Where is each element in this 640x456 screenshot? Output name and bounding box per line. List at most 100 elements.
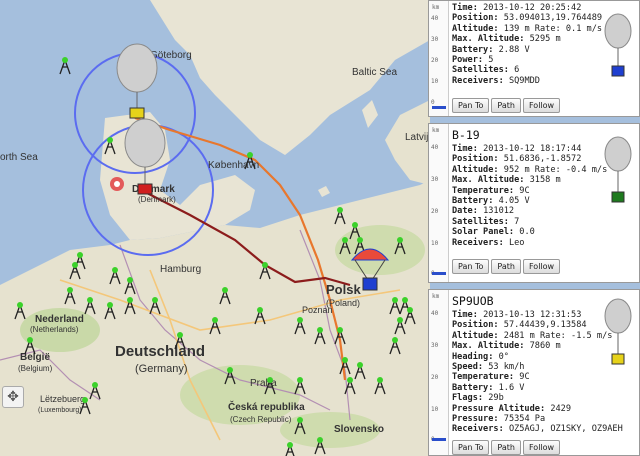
pan-to-button[interactable]: Pan To <box>452 259 490 274</box>
scale-tick: 0 <box>431 99 435 106</box>
field-value: 2013-10-13 12:31:53 <box>483 310 582 320</box>
pan-arrows-icon[interactable]: ✥ <box>2 386 24 408</box>
field-label: Altitude: <box>452 23 499 34</box>
scale-tick: 40 <box>431 144 439 151</box>
scale-tick: 10 <box>431 406 439 413</box>
altitude-scale: km 40 30 20 10 0 <box>429 290 449 455</box>
label-netherlands: (Netherlands) <box>30 325 79 334</box>
field-value: 9C <box>519 372 530 383</box>
field-value: 51.6836,-1.8572 <box>503 154 582 165</box>
field-label: Battery: <box>452 44 494 55</box>
field-value: 53 km/h <box>488 362 525 373</box>
label-polska: Polsk <box>326 282 361 297</box>
scale-unit: km <box>432 293 440 300</box>
field-value: 2481 m Rate: -1.5 m/s <box>503 330 613 341</box>
field-label: Receivers: <box>452 237 504 248</box>
field-label: Position: <box>452 320 499 331</box>
field-value: Leo <box>508 237 525 248</box>
info-row: Receivers: Leo <box>452 238 639 248</box>
field-label: Altitude: <box>452 164 499 175</box>
scale-tick: 20 <box>431 57 439 64</box>
field-value: 0° <box>498 351 509 362</box>
field-label: Position: <box>452 13 499 24</box>
field-value: 7 <box>514 216 520 227</box>
field-value: 57.44439,9.13584 <box>503 320 587 331</box>
balloon-icon <box>604 298 632 365</box>
pan-to-button[interactable]: Pan To <box>452 440 490 455</box>
scale-tick: 30 <box>431 176 439 183</box>
field-label: Temperature: <box>452 372 515 383</box>
field-value: 952 m Rate: -0.4 m/s <box>503 164 608 175</box>
label-slovensko: Slovensko <box>334 424 384 435</box>
altitude-bar <box>432 106 446 109</box>
field-value: 1.6 V <box>498 382 525 393</box>
field-label: Heading: <box>452 351 494 362</box>
field-value: 5295 m <box>529 34 561 45</box>
field-label: Battery: <box>452 382 494 393</box>
field-value: 2.88 V <box>498 44 530 55</box>
follow-button[interactable]: Follow <box>522 440 561 455</box>
field-value: 3158 m <box>529 175 561 186</box>
scale-tick: 10 <box>431 240 439 247</box>
field-label: Max. Altitude: <box>452 34 525 45</box>
field-value: OZ5AGJ, OZ1SKY, OZ9AEH <box>508 424 623 435</box>
label-deutschland: Deutschland <box>115 343 205 360</box>
field-label: Pressure Altitude: <box>452 403 546 414</box>
field-label: Time: <box>452 3 478 13</box>
follow-button[interactable]: Follow <box>522 98 561 113</box>
field-label: Date: <box>452 206 478 217</box>
label-germany: (Germany) <box>135 363 188 375</box>
balloon-panel-sq9mdd: km 40 30 20 10 0 Time: 2013-10-12 20:25:… <box>428 0 640 117</box>
path-button[interactable]: Path <box>491 259 521 274</box>
altitude-bar <box>432 438 446 441</box>
field-value: 5 <box>488 55 494 66</box>
scale-tick: 40 <box>431 310 439 317</box>
info-row: Receivers: OZ5AGJ, OZ1SKY, OZ9AEH <box>452 424 639 434</box>
label-czech-republic: (Czech Republic) <box>230 415 292 424</box>
field-label: Speed: <box>452 362 484 373</box>
field-value: 29b <box>488 393 504 404</box>
field-label: Receivers: <box>452 75 504 86</box>
field-value: 2013-10-12 20:25:42 <box>483 3 582 13</box>
field-label: Max. Altitude: <box>452 341 525 352</box>
field-label: Max. Altitude: <box>452 175 525 186</box>
scale-tick: 20 <box>431 208 439 215</box>
scale-tick: 30 <box>431 36 439 43</box>
path-button[interactable]: Path <box>491 440 521 455</box>
field-label: Solar Panel: <box>452 227 515 238</box>
balloon-panel-sp9uob: km 40 30 20 10 0 SP9UOB Time: 2013-10-13… <box>428 289 640 456</box>
scale-tick: 40 <box>431 15 439 22</box>
scale-tick: 20 <box>431 374 439 381</box>
label-baltic-sea: Baltic Sea <box>352 67 397 78</box>
label-nederland: Nederland <box>35 314 84 325</box>
field-label: Position: <box>452 154 499 165</box>
label-hamburg: Hamburg <box>160 264 201 275</box>
field-label: Time: <box>452 310 478 320</box>
label-denmark: (Denmark) <box>138 195 176 204</box>
field-label: Flags: <box>452 393 484 404</box>
field-label: Time: <box>452 144 478 154</box>
path-button[interactable]: Path <box>491 98 521 113</box>
field-value: 0.0 <box>519 227 535 238</box>
follow-button[interactable]: Follow <box>522 259 561 274</box>
label-letzebuerg: Lëtzebuerg <box>40 394 85 404</box>
info-row: Battery: 1.6 V <box>452 383 639 393</box>
field-label: Satellites: <box>452 216 509 227</box>
balloon-panel-b19: km 40 30 20 10 0 B-19 Time: 2013-10-12 1… <box>428 123 640 283</box>
label-goteborg: Göteborg <box>150 50 192 61</box>
field-label: Temperature: <box>452 185 515 196</box>
scale-unit: km <box>432 4 440 11</box>
field-value: 53.094013,19.764489 <box>503 13 603 24</box>
pan-to-button[interactable]: Pan To <box>452 98 490 113</box>
balloon-icon <box>604 136 632 203</box>
label-belgium: (Belgium) <box>18 364 53 373</box>
field-value: 9C <box>519 185 530 196</box>
field-value: 7860 m <box>529 341 561 352</box>
info-row: Satellites: 7 <box>452 217 639 227</box>
label-north-sea: orth Sea <box>0 152 38 163</box>
info-row: Flags: 29b <box>452 393 639 403</box>
field-value: 4.05 V <box>498 196 530 207</box>
field-value: SQ9MDD <box>508 75 540 86</box>
field-label: Power: <box>452 55 484 66</box>
field-value: 2429 <box>550 403 572 414</box>
